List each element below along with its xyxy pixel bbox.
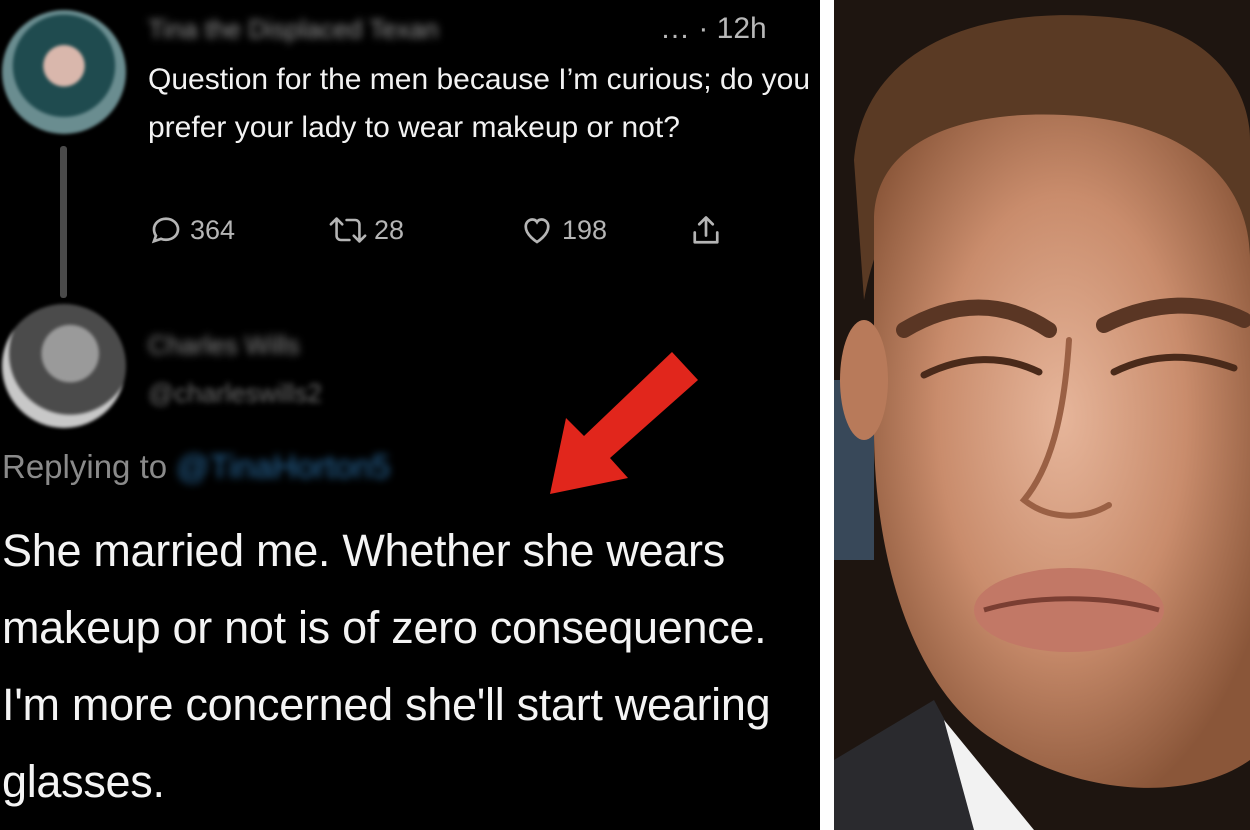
- reaction-face-image: [834, 0, 1250, 830]
- replying-to-label: Replying to: [2, 448, 168, 485]
- tweet-author-avatar[interactable]: [2, 10, 126, 134]
- tweet-screenshot-panel: Tina the Displaced Texan … · 12h Questio…: [0, 0, 820, 830]
- share-button[interactable]: [688, 212, 724, 250]
- reaction-photo: [834, 0, 1250, 830]
- retweet-count: 28: [374, 214, 405, 245]
- share-icon: [688, 212, 724, 250]
- replying-to-line: Replying to @TinaHorton5: [2, 448, 390, 486]
- replying-to-mention[interactable]: @TinaHorton5: [176, 448, 390, 486]
- retweet-icon: [328, 212, 368, 248]
- tweet-action-bar: 364 28 198: [148, 212, 748, 252]
- reply-icon: [148, 212, 184, 248]
- like-count: 198: [562, 214, 608, 245]
- reply-author-handle[interactable]: @charleswills2: [148, 378, 322, 409]
- like-button[interactable]: 198: [518, 212, 607, 248]
- reply-text: She married me. Whether she wears makeup…: [2, 525, 771, 807]
- reply-author-avatar[interactable]: [2, 304, 126, 428]
- tweet-text: Question for the men because I’m curious…: [148, 63, 811, 144]
- reply-author-name[interactable]: Charles Wills: [148, 330, 300, 361]
- reply-count: 364: [190, 214, 236, 245]
- panel-divider: [820, 0, 834, 830]
- thread-connector-line: [60, 146, 67, 298]
- reply-button[interactable]: 364: [148, 212, 235, 248]
- like-icon: [518, 212, 556, 248]
- red-arrow: [550, 352, 698, 494]
- tweet-timestamp: … · 12h: [660, 12, 767, 45]
- retweet-button[interactable]: 28: [328, 212, 404, 248]
- tweet-author-name[interactable]: Tina the Displaced Texan: [148, 14, 439, 45]
